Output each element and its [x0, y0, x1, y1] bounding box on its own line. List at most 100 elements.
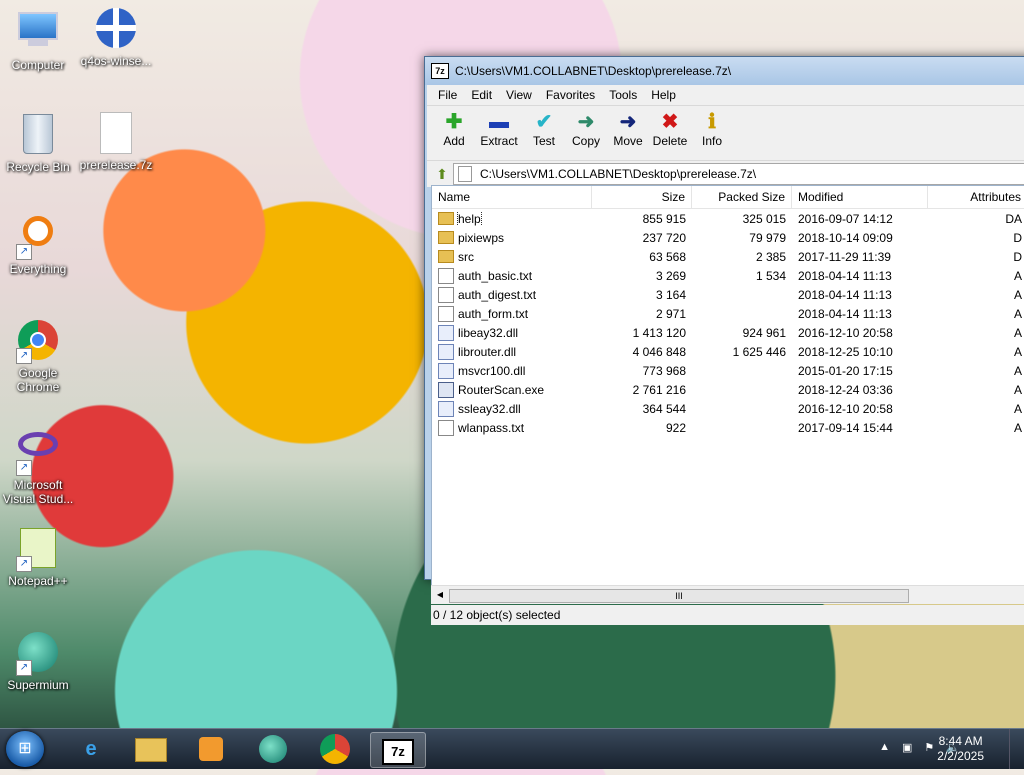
- horizontal-scrollbar[interactable]: ◀ III: [431, 585, 1024, 604]
- menu-edit[interactable]: Edit: [464, 88, 499, 102]
- status-text: 0 / 12 object(s) selected: [433, 608, 561, 622]
- delete-button-label: Delete: [652, 134, 688, 148]
- file-row[interactable]: RouterScan.exe 2 761 216 2018-12-24 03:36 A: [432, 380, 1024, 399]
- desktop-icon-visual-studio[interactable]: ↗ Microsoft Visual Stud...: [0, 424, 76, 506]
- file-attributes-cell: A: [1013, 401, 1022, 416]
- file-name-cell: pixiewps: [432, 231, 592, 245]
- file-name-cell: msvcr100.dll: [432, 362, 592, 379]
- title-bar[interactable]: 7z C:\Users\VM1.COLLABNET\Desktop\prerel…: [425, 57, 1024, 85]
- menu-favorites[interactable]: Favorites: [539, 88, 602, 102]
- folder-icon: [438, 231, 454, 244]
- move-arrow-icon: ➜: [619, 111, 637, 133]
- file-row[interactable]: auth_basic.txt 3 269 1 534 2018-04-14 11:13…: [432, 266, 1024, 285]
- file-packed-size-cell: 924 961: [742, 325, 786, 340]
- file-modified-cell: 2016-12-10 20:58: [798, 325, 893, 340]
- file-attributes-cell: DA: [1005, 211, 1022, 226]
- exe-file-icon: [438, 381, 454, 398]
- taskbar-file-explorer[interactable]: [124, 732, 178, 766]
- shortcut-arrow-icon: ↗: [16, 460, 32, 476]
- scroll-left-icon[interactable]: ◀: [433, 589, 447, 601]
- file-row[interactable]: auth_form.txt 2 971 2018-04-14 11:13 A: [432, 304, 1024, 323]
- chrome-icon: ↗: [16, 320, 60, 364]
- file-row[interactable]: help 855 915 325 015 2016-09-07 14:12 DA: [432, 209, 1024, 228]
- copy-button[interactable]: ➜ Copy: [565, 110, 607, 148]
- up-folder-button[interactable]: ⬆: [431, 164, 453, 184]
- desktop-icon-everything[interactable]: ↗ Everything: [0, 216, 76, 276]
- file-attributes-cell: A: [1013, 344, 1022, 359]
- menu-view[interactable]: View: [499, 88, 539, 102]
- sevenzip-app-icon: 7z: [382, 739, 414, 765]
- document-icon: [458, 166, 472, 182]
- desktop-icon-label: Google Chrome: [16, 366, 60, 394]
- clock-date: 2/2/2025: [937, 749, 984, 763]
- file-size-cell: 1 413 120: [632, 325, 686, 340]
- file-packed-size-cell: 325 015: [742, 211, 786, 226]
- taskbar-chrome[interactable]: [308, 732, 362, 766]
- column-size-header[interactable]: Size: [592, 186, 692, 208]
- file-row[interactable]: auth_digest.txt 3 164 2018-04-14 11:13 A: [432, 285, 1024, 304]
- file-name: msvcr100.dll: [458, 363, 526, 378]
- minus-icon: ▬: [489, 111, 509, 133]
- file-name: auth_digest.txt: [458, 287, 537, 302]
- status-bar: 0 / 12 object(s) selected: [431, 605, 1024, 625]
- desktop-icon-prerelease[interactable]: prerelease.7z: [78, 112, 154, 172]
- file-row[interactable]: msvcr100.dll 773 968 2015-01-20 17:15 A: [432, 361, 1024, 380]
- taskbar: ⊞ e 7z ▲ ▣ ⚑ 🔈 8:44 AM 2/2/2025: [0, 728, 1024, 769]
- file-modified-cell: 2018-04-14 11:13: [798, 268, 892, 283]
- column-packed-size-header[interactable]: Packed Size: [692, 186, 792, 208]
- column-name-header[interactable]: Name: [432, 186, 592, 208]
- show-hidden-icons-icon[interactable]: ▲: [879, 741, 890, 754]
- toolbar: ✚ Add ▬ Extract ✔ Test ➜ Copy ➜ Move ✖ D…: [427, 106, 1024, 160]
- file-row[interactable]: pixiewps 237 720 79 979 2018-10-14 09:09 D: [432, 228, 1024, 247]
- file-name: src: [458, 249, 474, 264]
- column-modified-header[interactable]: Modified: [792, 186, 928, 208]
- desktop-icon-recycle-bin[interactable]: Recycle Bin: [0, 112, 76, 174]
- network-icon[interactable]: ▣: [902, 741, 912, 754]
- taskbar-media-player[interactable]: [184, 732, 238, 766]
- scroll-thumb[interactable]: III: [449, 589, 909, 603]
- dll-file-icon: [438, 400, 454, 417]
- clock[interactable]: 8:44 AM 2/2/2025: [937, 734, 984, 764]
- show-desktop-button[interactable]: [1009, 729, 1024, 769]
- start-button[interactable]: ⊞: [6, 731, 44, 767]
- file-row[interactable]: librouter.dll 4 046 848 1 625 446 2018-12-2…: [432, 342, 1024, 361]
- file-attributes-cell: A: [1013, 268, 1022, 283]
- move-button-label: Move: [613, 134, 643, 148]
- archive-window[interactable]: 7z C:\Users\VM1.COLLABNET\Desktop\prerel…: [424, 56, 1024, 625]
- file-row[interactable]: wlanpass.txt 922 2017-09-14 15:44 A: [432, 418, 1024, 437]
- taskbar-supermium[interactable]: [246, 732, 300, 766]
- menu-tools[interactable]: Tools: [602, 88, 644, 102]
- desktop-icon-supermium[interactable]: ↗ Supermium: [0, 632, 76, 692]
- file-size-cell: 773 968: [642, 363, 686, 378]
- test-button[interactable]: ✔ Test: [523, 110, 565, 148]
- file-name: help: [457, 211, 482, 226]
- taskbar-internet-explorer[interactable]: e: [64, 732, 118, 766]
- file-row[interactable]: ssleay32.dll 364 544 2016-12-10 20:58 A: [432, 399, 1024, 418]
- taskbar-7zip[interactable]: 7z: [370, 732, 426, 768]
- clock-time: 8:44 AM: [938, 734, 983, 748]
- desktop-icon-label: Everything: [9, 262, 67, 276]
- move-button[interactable]: ➜ Move: [607, 110, 649, 148]
- file-modified-cell: 2017-11-29 11:39: [798, 249, 891, 264]
- file-list[interactable]: Name Size Packed Size Modified Attribute…: [431, 185, 1024, 591]
- column-attributes-header[interactable]: Attributes: [928, 186, 1024, 208]
- info-button[interactable]: ℹ Info: [691, 110, 733, 148]
- desktop-icon-q4os[interactable]: q4os-winse...: [78, 8, 154, 68]
- text-file-icon: [438, 267, 454, 284]
- desktop-icon-notepad-plus-plus[interactable]: ↗ Notepad++: [0, 528, 76, 588]
- folder-icon: [438, 250, 454, 263]
- desktop-icon-computer[interactable]: Computer: [0, 8, 76, 72]
- add-button[interactable]: ✚ Add: [433, 110, 475, 148]
- extract-button[interactable]: ▬ Extract: [475, 110, 523, 148]
- action-center-flag-icon[interactable]: ⚑: [924, 741, 934, 754]
- menu-help[interactable]: Help: [644, 88, 683, 102]
- delete-button[interactable]: ✖ Delete: [649, 110, 691, 148]
- menu-file[interactable]: File: [431, 88, 464, 102]
- file-packed-size-cell: 1 625 446: [732, 344, 786, 359]
- address-field[interactable]: C:\Users\VM1.COLLABNET\Desktop\prereleas…: [453, 163, 1024, 185]
- desktop-icon-chrome[interactable]: ↗ Google Chrome: [0, 320, 76, 394]
- file-name: pixiewps: [458, 230, 505, 245]
- file-row[interactable]: src 63 568 2 385 2017-11-29 11:39 D: [432, 247, 1024, 266]
- shortcut-arrow-icon: ↗: [16, 660, 32, 676]
- file-row[interactable]: libeay32.dll 1 413 120 924 961 2016-12-10 2…: [432, 323, 1024, 342]
